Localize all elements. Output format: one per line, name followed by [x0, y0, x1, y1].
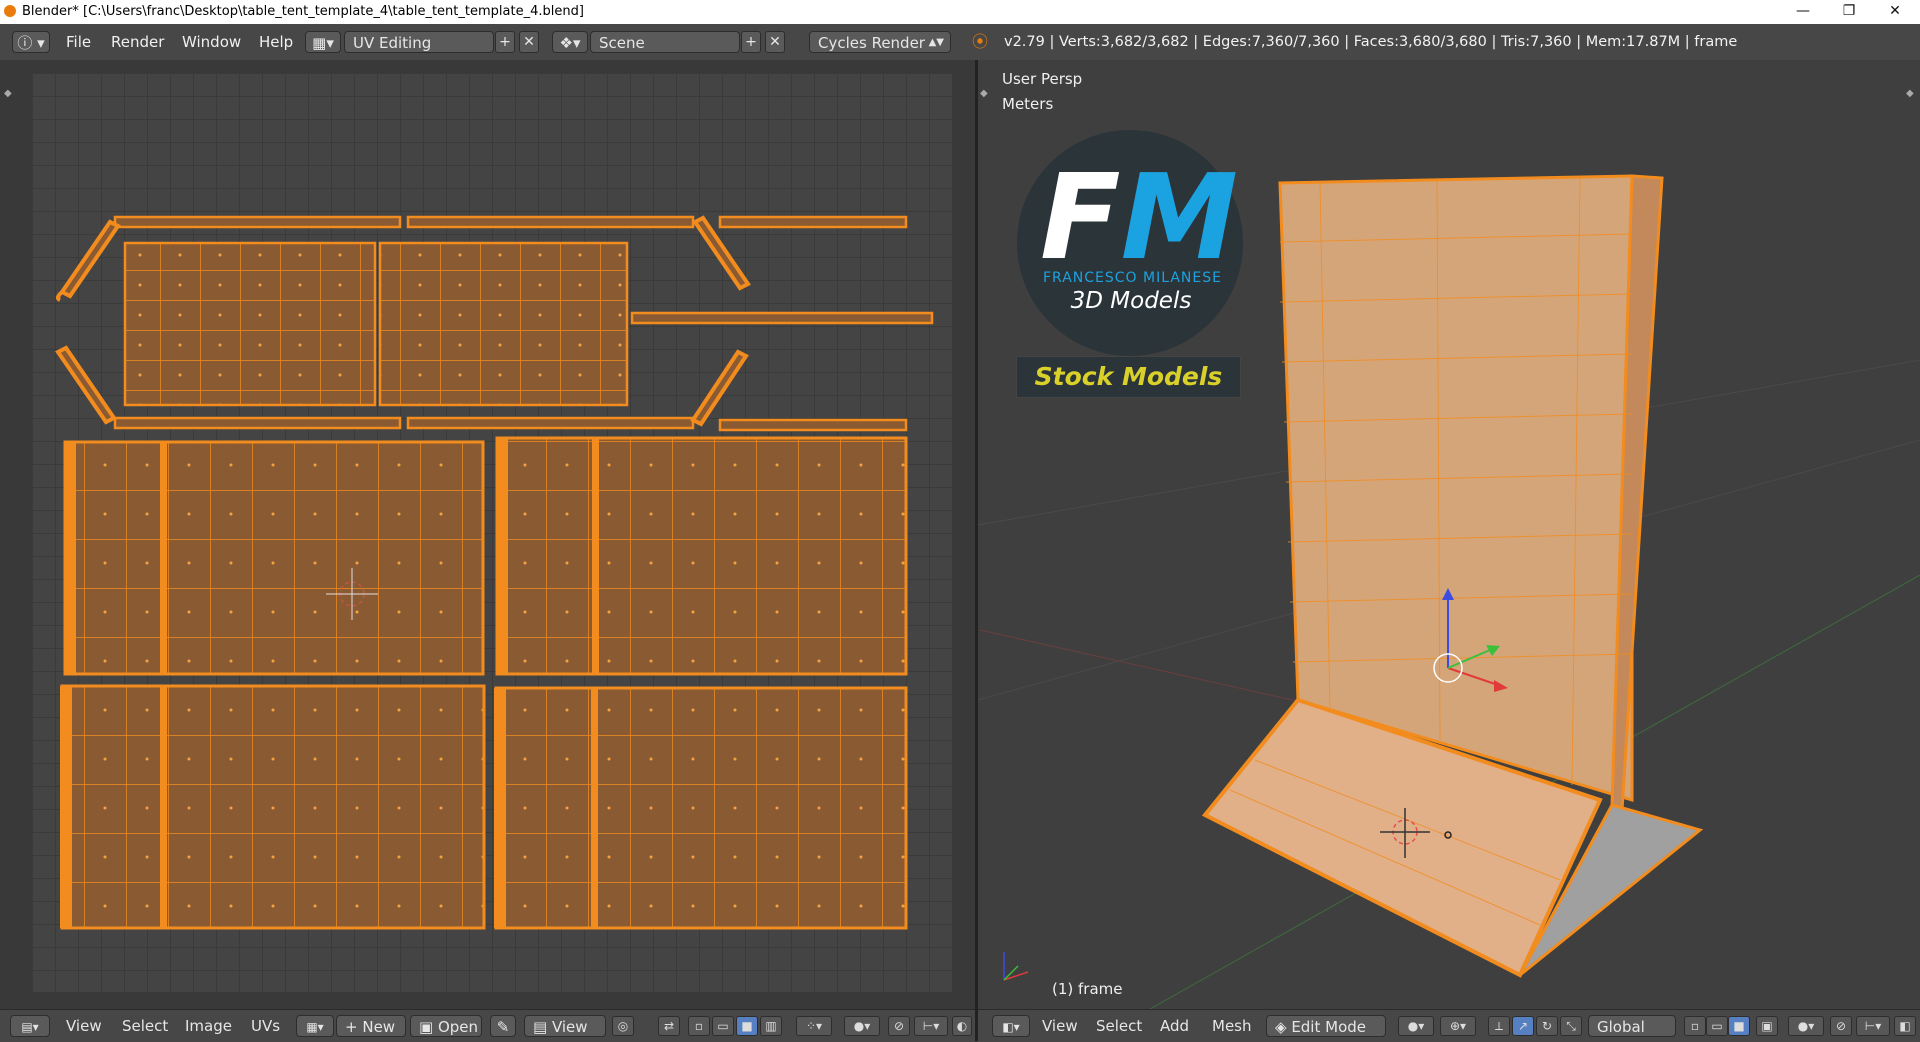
3d-view-header: ◧▾ View Select Add Mesh ◈ Edit Mode ●▾ ⊕…	[978, 1009, 1920, 1042]
uv-strip	[718, 215, 908, 229]
uv-diagonal-strip	[692, 215, 751, 291]
uv-diagonal-strip	[690, 349, 749, 427]
plus-icon: +	[345, 1018, 363, 1036]
vertex-select-mode-icon[interactable]: ▫	[1684, 1016, 1706, 1036]
minimize-button[interactable]: —	[1780, 0, 1826, 24]
uv-snap-element-icon[interactable]: ⊢▾	[914, 1016, 948, 1036]
face-select-mode-icon[interactable]: ■	[1728, 1016, 1750, 1036]
rotate-manipulator-icon[interactable]: ↻	[1536, 1016, 1558, 1036]
uv-islands	[55, 215, 934, 930]
uv-strip	[718, 418, 908, 432]
uv-strip	[113, 416, 402, 430]
shading-mode-icon[interactable]: ●▾	[1398, 1016, 1434, 1036]
edge-select-icon[interactable]: ▭	[712, 1016, 734, 1036]
logo-letter-f: F	[1040, 148, 1121, 286]
maximize-button[interactable]: ❐	[1826, 0, 1872, 24]
edit-mode-icon: ◈	[1275, 1018, 1292, 1036]
island-select-icon[interactable]: ▥	[760, 1016, 782, 1036]
open-label: Open	[437, 1018, 479, 1036]
mode-label: Edit Mode	[1291, 1018, 1366, 1036]
uv-menu-image[interactable]: Image	[185, 1015, 232, 1037]
view-name-label: User Persp	[1002, 70, 1083, 88]
uv-seam-strip	[160, 686, 167, 928]
properties-expand-icon[interactable]: ◆	[1906, 88, 1914, 99]
vp-menu-mesh[interactable]: Mesh	[1212, 1015, 1252, 1037]
uv-seam-strip	[496, 438, 508, 674]
logo-subtitle: FRANCESCO MILANESE	[1043, 270, 1222, 286]
uv-snap-icon[interactable]: ⊘	[888, 1016, 910, 1036]
uv-strip	[406, 215, 695, 229]
stock-models-banner: Stock Models	[1016, 356, 1241, 398]
sticky-selection-icon[interactable]: ⁘▾	[796, 1016, 832, 1036]
uv-menu-uvs[interactable]: UVs	[251, 1015, 280, 1037]
uv-diagonal-strip	[55, 219, 121, 302]
new-image-button[interactable]: + New	[336, 1015, 406, 1037]
uv-menu-view[interactable]: View	[66, 1015, 102, 1037]
uv-island	[378, 241, 629, 407]
vp-menu-select[interactable]: Select	[1096, 1015, 1142, 1037]
edge-select-mode-icon[interactable]: ▭	[1706, 1016, 1728, 1036]
manipulator-toggle-icon[interactable]: ⟂	[1488, 1016, 1510, 1036]
editor-type-3d-icon[interactable]: ◧▾	[992, 1015, 1030, 1037]
vp-proportional-edit-icon[interactable]: ●▾	[1788, 1016, 1824, 1036]
view-mode-label: View	[551, 1018, 588, 1036]
vp-snap-element-icon[interactable]: ⊢▾	[1856, 1016, 1890, 1036]
vp-menu-add[interactable]: Add	[1160, 1015, 1189, 1037]
uv-seam-strip	[591, 688, 598, 928]
uv-strip	[406, 416, 695, 430]
uv-island	[495, 436, 908, 676]
proportional-edit-icon[interactable]: ●▾	[844, 1016, 880, 1036]
transform-orientation-selector[interactable]: Global	[1588, 1015, 1676, 1037]
close-button[interactable]: ✕	[1872, 0, 1918, 24]
translate-manipulator-icon[interactable]: ↗	[1512, 1016, 1534, 1036]
pin-icon[interactable]: ✎	[490, 1015, 516, 1037]
vp-menu-view[interactable]: View	[1042, 1015, 1078, 1037]
toolbar-expand-icon[interactable]: ◆	[980, 88, 988, 99]
uv-overflow-icon[interactable]: ◐	[952, 1016, 972, 1036]
uv-menu-select[interactable]: Select	[122, 1015, 168, 1037]
open-image-button[interactable]: ▣ Open	[410, 1015, 482, 1037]
uv-strip	[630, 311, 934, 325]
mode-selector[interactable]: ◈ Edit Mode	[1266, 1015, 1386, 1037]
uv-diagonal-strip	[55, 345, 117, 425]
units-label: Meters	[1002, 95, 1054, 113]
uv-strip	[113, 215, 402, 229]
uv-seam-strip	[494, 688, 506, 928]
sync-selection-icon[interactable]: ⇄	[658, 1016, 680, 1036]
orientation-label: Global	[1597, 1018, 1645, 1036]
logo-letter-m: M	[1120, 148, 1239, 286]
image-browse-icon[interactable]: ▦▾	[296, 1015, 334, 1037]
scale-manipulator-icon[interactable]: ⤡	[1560, 1016, 1582, 1036]
vp-overflow-icon[interactable]: ◧	[1894, 1016, 1916, 1036]
pivot-icon[interactable]: ◎	[612, 1016, 634, 1036]
object-name-label: (1) frame	[1052, 980, 1123, 998]
scene-stats: v2.79 | Verts:3,682/3,682 | Edges:7,360/…	[1004, 34, 1738, 50]
uv-editor-header: ▤▾ View Select Image UVs ▦▾ + New ▣ Open…	[0, 1009, 975, 1042]
pivot-point-icon[interactable]: ⊕▾	[1440, 1016, 1476, 1036]
view-mode-icon: ▤	[533, 1018, 552, 1036]
uv-island	[123, 241, 377, 407]
uv-island	[494, 686, 908, 930]
uv-island	[60, 684, 486, 930]
face-select-icon[interactable]: ■	[736, 1016, 758, 1036]
uv-seam-strip	[60, 686, 72, 928]
uv-seam-strip	[64, 442, 76, 674]
view-mode-selector[interactable]: ▤ View	[524, 1015, 606, 1037]
editor-type-uv-icon[interactable]: ▤▾	[10, 1015, 50, 1037]
vertex-select-icon[interactable]: ▫	[688, 1016, 710, 1036]
logo-fm-letters: FM	[1040, 158, 1238, 276]
uv-seam-strip	[592, 438, 599, 674]
vp-snap-icon[interactable]: ⊘	[1830, 1016, 1852, 1036]
uv-island	[63, 440, 485, 676]
new-label: New	[362, 1018, 396, 1036]
logo-tagline: 3D Models	[1070, 288, 1192, 314]
folder-icon: ▣	[419, 1018, 438, 1036]
uv-seam-strip	[160, 442, 167, 674]
limit-selection-icon[interactable]: ▣	[1756, 1016, 1778, 1036]
